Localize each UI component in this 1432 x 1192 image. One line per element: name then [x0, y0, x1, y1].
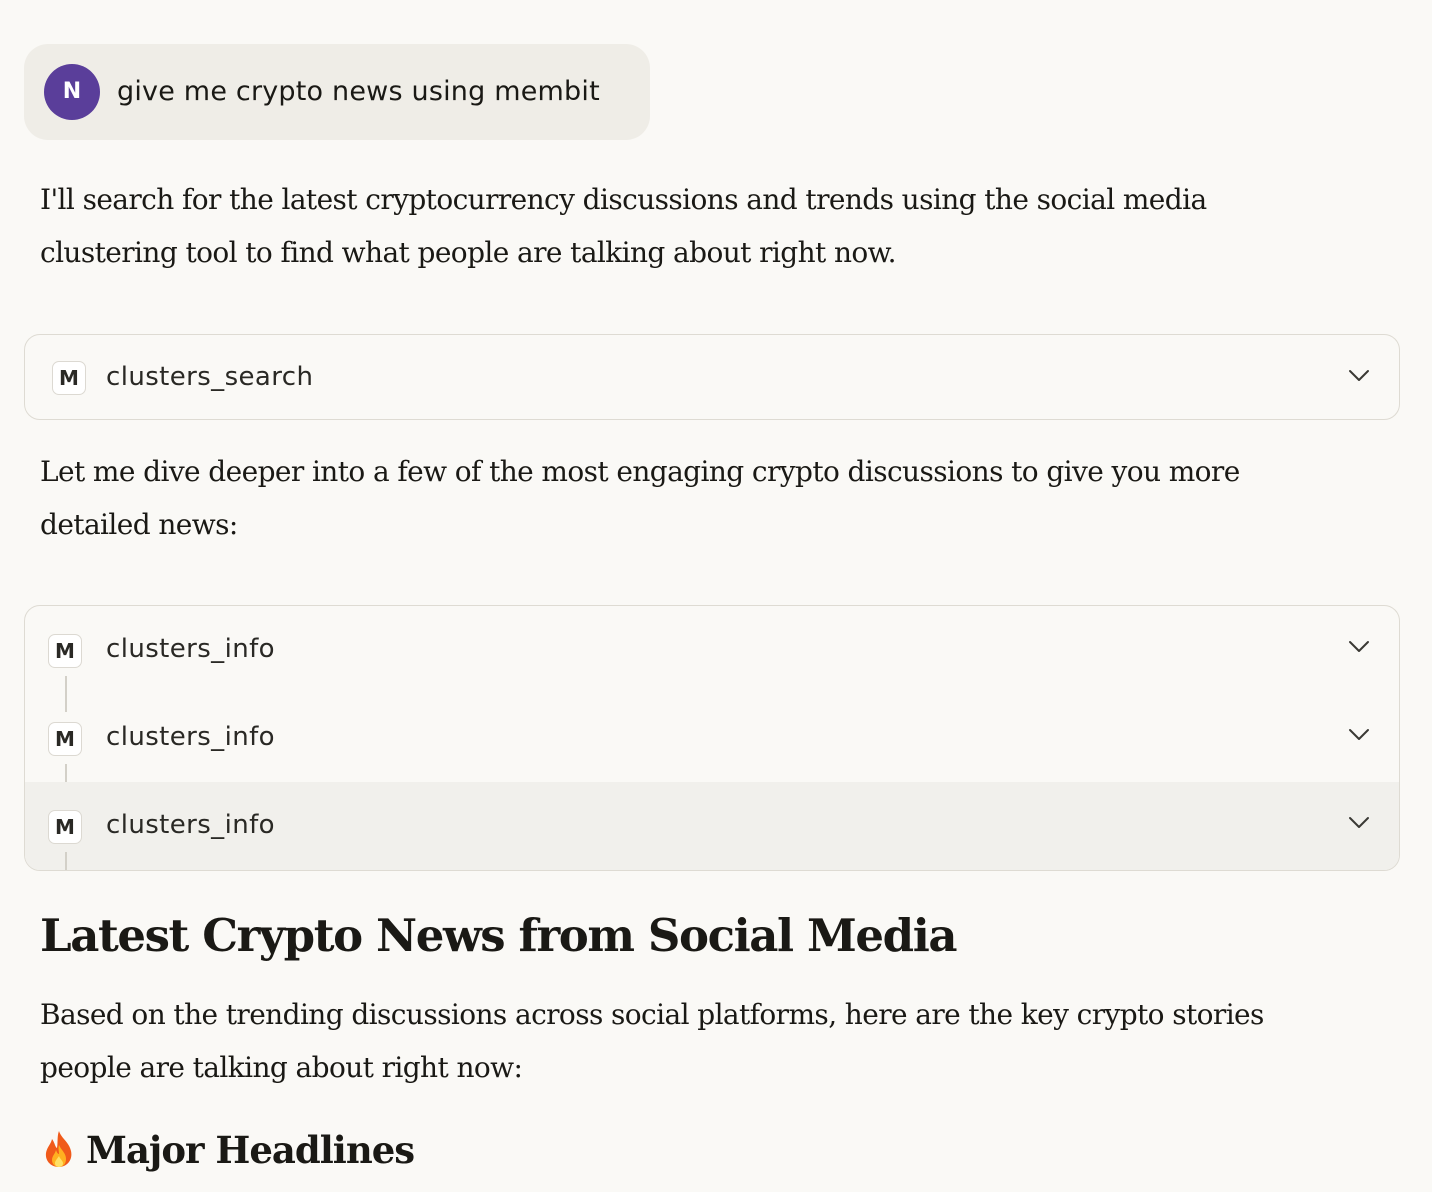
- chevron-down-icon[interactable]: [1348, 816, 1370, 830]
- assistant-followup-text: Let me dive deeper into a few of the mos…: [40, 455, 1240, 541]
- tool-call-group: M clusters_info M clusters_info M cluste…: [24, 605, 1400, 871]
- chevron-down-icon[interactable]: [1348, 640, 1370, 654]
- tool-call-clusters-search[interactable]: M clusters_search: [24, 334, 1400, 420]
- tool-call-name: clusters_info: [106, 634, 275, 664]
- chevron-down-icon[interactable]: [1348, 728, 1370, 742]
- tool-call-clusters-info-2[interactable]: M clusters_info: [25, 694, 1399, 782]
- membit-badge-icon: M: [52, 361, 86, 395]
- tool-call-row[interactable]: M clusters_search: [25, 335, 1399, 419]
- tool-call-name: clusters_info: [106, 810, 275, 840]
- membit-badge-icon: M: [48, 634, 82, 668]
- section-heading-text: Major Headlines: [86, 1128, 415, 1172]
- chevron-down-icon[interactable]: [1348, 369, 1370, 383]
- tool-call-name: clusters_info: [106, 722, 275, 752]
- fire-icon: [45, 1131, 72, 1167]
- user-message-bubble: N give me crypto news using membit: [24, 44, 650, 140]
- response-summary-text: Based on the trending discussions across…: [40, 998, 1264, 1084]
- membit-badge-icon: M: [48, 810, 82, 844]
- assistant-intro-text: I'll search for the latest cryptocurrenc…: [40, 183, 1207, 269]
- membit-badge-icon: M: [48, 722, 82, 756]
- user-message-text: give me crypto news using membit: [117, 76, 600, 107]
- section-heading-major-headlines: Major Headlines: [40, 1124, 415, 1176]
- timeline-connector: [65, 852, 67, 870]
- tool-call-clusters-info-3[interactable]: M clusters_info: [25, 782, 1399, 870]
- response-heading: Latest Crypto News from Social Media: [40, 909, 958, 962]
- user-avatar[interactable]: N: [44, 64, 100, 120]
- tool-call-name: clusters_search: [106, 362, 314, 392]
- tool-call-clusters-info-1[interactable]: M clusters_info: [25, 606, 1399, 694]
